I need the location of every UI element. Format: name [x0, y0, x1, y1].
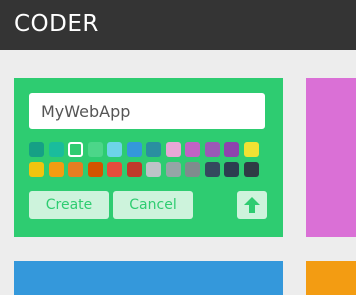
color-swatch[interactable]	[165, 162, 181, 177]
app-tile-blue[interactable]	[14, 261, 283, 295]
color-swatch[interactable]	[185, 142, 200, 157]
color-palette	[29, 142, 269, 177]
upload-button[interactable]	[237, 191, 267, 219]
color-swatch[interactable]	[146, 142, 161, 157]
color-swatch[interactable]	[29, 142, 44, 157]
color-swatch[interactable]	[204, 162, 220, 177]
color-swatch[interactable]	[107, 142, 122, 157]
create-button[interactable]: Create	[29, 191, 109, 219]
color-swatch[interactable]	[29, 162, 44, 177]
cancel-button[interactable]: Cancel	[113, 191, 193, 219]
color-swatch[interactable]	[204, 142, 220, 157]
app-page: CODER Create Cancel	[0, 0, 356, 295]
color-swatch[interactable]	[68, 142, 83, 157]
color-swatch[interactable]	[243, 142, 259, 157]
color-swatch[interactable]	[185, 162, 200, 177]
top-bar: CODER	[0, 0, 356, 50]
app-tile-pink[interactable]	[306, 78, 356, 237]
color-swatch[interactable]	[87, 142, 103, 157]
app-name-input[interactable]	[29, 93, 265, 129]
color-swatch[interactable]	[48, 142, 64, 157]
color-swatch[interactable]	[87, 162, 103, 177]
color-swatch[interactable]	[126, 162, 142, 177]
app-title: CODER	[14, 11, 99, 37]
color-swatch[interactable]	[224, 142, 239, 157]
color-swatch[interactable]	[48, 162, 64, 177]
color-swatch[interactable]	[243, 162, 259, 177]
color-swatch[interactable]	[165, 142, 181, 157]
upload-arrow-icon	[243, 196, 261, 214]
color-swatch[interactable]	[126, 142, 142, 157]
new-app-form-tile: Create Cancel	[14, 78, 283, 237]
color-swatch[interactable]	[224, 162, 239, 177]
color-swatch[interactable]	[146, 162, 161, 177]
color-swatch[interactable]	[68, 162, 83, 177]
app-tile-orange[interactable]	[306, 261, 356, 295]
color-swatch[interactable]	[107, 162, 122, 177]
